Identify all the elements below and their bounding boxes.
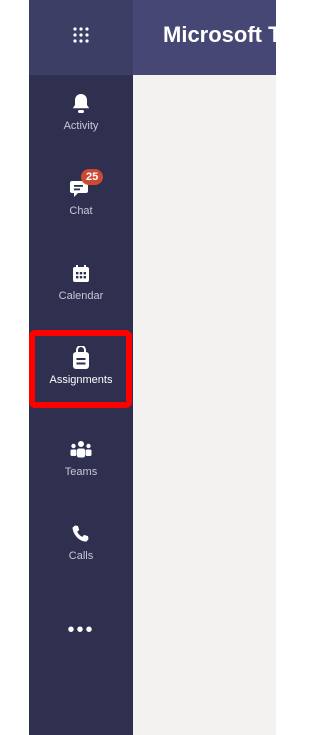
app-title: Microsoft Teams [163, 22, 276, 47]
assignment-bag-icon [69, 346, 93, 370]
app-launcher-button[interactable] [29, 0, 133, 75]
sidebar-item-activity[interactable]: Activity [29, 92, 133, 132]
unread-count-badge: 25 [81, 169, 104, 185]
bell-icon [69, 92, 93, 116]
sidebar-item-label: Calls [68, 550, 94, 562]
calendar-icon [69, 262, 93, 286]
sidebar-item-calls[interactable]: Calls [29, 522, 133, 562]
waffle-grid-icon [72, 26, 90, 49]
sidebar-item-label: Activity [63, 120, 99, 132]
sidebar-item-label: Assignments [49, 374, 113, 386]
teams-window: Microsoft Teams Activity 25 Chat [0, 0, 276, 735]
sidebar-item-assignments[interactable]: Assignments [29, 346, 133, 386]
sidebar-item-label: Calendar [58, 290, 104, 302]
sidebar-item-chat[interactable]: 25 Chat [29, 169, 133, 217]
sidebar-item-label: Teams [64, 466, 98, 478]
main-content [133, 75, 276, 735]
chat-icon: 25 [69, 169, 104, 201]
sidebar-item-label: Chat [69, 205, 93, 217]
teams-icon [69, 438, 93, 462]
sidebar-item-teams[interactable]: Teams [29, 438, 133, 478]
more-apps-button[interactable]: ••• [29, 619, 133, 641]
sidebar-item-calendar[interactable]: Calendar [29, 262, 133, 302]
left-margin [0, 0, 29, 735]
phone-icon [69, 522, 93, 546]
